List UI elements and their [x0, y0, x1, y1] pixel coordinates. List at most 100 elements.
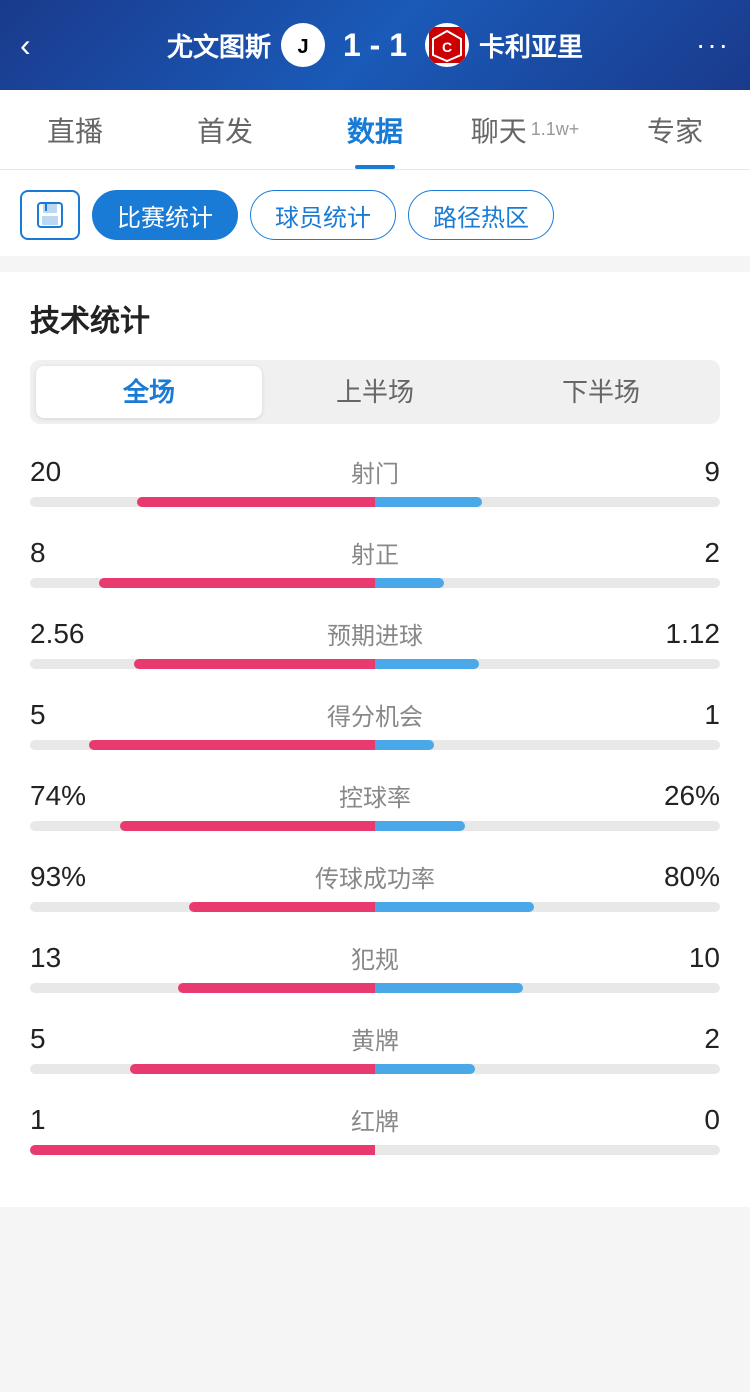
nav-tabs: 直播 首发 数据 聊天1.1w+ 专家	[0, 90, 750, 170]
stat-label: 犯规	[150, 940, 600, 975]
bar-right	[375, 659, 479, 669]
back-button[interactable]: ‹	[20, 27, 70, 64]
bar-right	[375, 821, 465, 831]
stat-right-value: 2	[600, 537, 720, 569]
sub-tab-player-stats[interactable]: 球员统计	[250, 190, 396, 240]
stat-bar	[30, 497, 720, 507]
bar-left	[99, 578, 375, 588]
away-team-logo: C	[425, 23, 469, 67]
bar-left	[30, 1145, 375, 1155]
stat-left-value: 5	[30, 1023, 150, 1055]
stat-left-value: 13	[30, 942, 150, 974]
bar-left	[178, 983, 375, 993]
stat-left-value: 2.56	[30, 618, 150, 650]
away-team-name: 卡利亚里	[479, 27, 583, 64]
match-score: 1 - 1	[343, 27, 407, 64]
bar-left	[134, 659, 376, 669]
bar-right	[375, 740, 434, 750]
stat-bar	[30, 659, 720, 669]
stats-section: 技术统计 全场 上半场 下半场 20 射门 9 8 射正 2	[0, 272, 750, 1207]
stat-rows-container: 20 射门 9 8 射正 2 2.56 预期进球 1.12 5	[30, 454, 720, 1155]
tab-lineup[interactable]: 首发	[150, 90, 300, 169]
stat-row: 5 黄牌 2	[30, 1021, 720, 1074]
stat-values: 1 红牌 0	[30, 1102, 720, 1137]
stat-right-value: 1.12	[600, 618, 720, 650]
stat-right-value: 9	[600, 456, 720, 488]
sub-tab-match-stats[interactable]: 比赛统计	[92, 190, 238, 240]
stat-values: 5 得分机会 1	[30, 697, 720, 732]
stat-right-value: 2	[600, 1023, 720, 1055]
tab-expert[interactable]: 专家	[600, 90, 750, 169]
stat-left-value: 5	[30, 699, 150, 731]
stat-values: 5 黄牌 2	[30, 1021, 720, 1056]
svg-text:J: J	[297, 36, 308, 58]
stat-values: 93% 传球成功率 80%	[30, 859, 720, 894]
stat-row: 2.56 预期进球 1.12	[30, 616, 720, 669]
bar-left	[130, 1064, 375, 1074]
stat-values: 20 射门 9	[30, 454, 720, 489]
bar-left	[137, 497, 375, 507]
bar-right	[375, 578, 444, 588]
stat-bar	[30, 902, 720, 912]
more-button[interactable]: ···	[680, 29, 730, 61]
stat-label: 黄牌	[150, 1021, 600, 1056]
stat-right-value: 26%	[600, 780, 720, 812]
bar-left	[120, 821, 375, 831]
stat-bar	[30, 1145, 720, 1155]
stat-bar	[30, 578, 720, 588]
stat-row: 93% 传球成功率 80%	[30, 859, 720, 912]
bar-right	[375, 902, 534, 912]
stat-left-value: 93%	[30, 861, 150, 893]
stat-left-value: 20	[30, 456, 150, 488]
stat-row: 5 得分机会 1	[30, 697, 720, 750]
home-team-name: 尤文图斯	[167, 27, 271, 64]
period-tabs: 全场 上半场 下半场	[30, 360, 720, 424]
stat-row: 1 红牌 0	[30, 1102, 720, 1155]
tab-data[interactable]: 数据	[300, 90, 450, 169]
stat-values: 13 犯规 10	[30, 940, 720, 975]
stat-bar	[30, 821, 720, 831]
sub-tab-heatmap[interactable]: 路径热区	[408, 190, 554, 240]
stat-row: 13 犯规 10	[30, 940, 720, 993]
stat-label: 红牌	[150, 1102, 600, 1137]
home-team-logo: J	[281, 23, 325, 67]
stats-title: 技术统计	[30, 296, 720, 340]
stat-values: 74% 控球率 26%	[30, 778, 720, 813]
chat-badge: 1.1w+	[531, 119, 580, 140]
stat-label: 预期进球	[150, 616, 600, 651]
tab-live[interactable]: 直播	[0, 90, 150, 169]
period-tab-second-half[interactable]: 下半场	[488, 366, 714, 418]
stat-label: 传球成功率	[150, 859, 600, 894]
bar-right	[375, 497, 482, 507]
stat-row: 20 射门 9	[30, 454, 720, 507]
stat-left-value: 8	[30, 537, 150, 569]
stat-left-value: 74%	[30, 780, 150, 812]
stat-label: 射正	[150, 535, 600, 570]
bar-right	[375, 1064, 475, 1074]
stat-label: 控球率	[150, 778, 600, 813]
stat-right-value: 10	[600, 942, 720, 974]
stat-label: 射门	[150, 454, 600, 489]
stat-right-value: 80%	[600, 861, 720, 893]
stat-left-value: 1	[30, 1104, 150, 1136]
stat-bar	[30, 740, 720, 750]
stat-bar	[30, 1064, 720, 1074]
stat-right-value: 0	[600, 1104, 720, 1136]
stat-right-value: 1	[600, 699, 720, 731]
tab-chat[interactable]: 聊天1.1w+	[450, 90, 600, 169]
stat-row: 8 射正 2	[30, 535, 720, 588]
svg-text:C: C	[442, 39, 452, 55]
stat-bar	[30, 983, 720, 993]
bar-left	[189, 902, 375, 912]
bar-right	[375, 983, 523, 993]
period-tab-first-half[interactable]: 上半场	[262, 366, 488, 418]
save-button[interactable]	[20, 190, 80, 240]
stat-row: 74% 控球率 26%	[30, 778, 720, 831]
header: ‹ 尤文图斯 J 1 - 1 C 卡利亚里 ···	[0, 0, 750, 90]
bar-left	[89, 740, 375, 750]
period-tab-full[interactable]: 全场	[36, 366, 262, 418]
sub-tabs-container: 比赛统计 球员统计 路径热区	[0, 170, 750, 256]
stat-label: 得分机会	[150, 697, 600, 732]
stat-values: 8 射正 2	[30, 535, 720, 570]
match-title: 尤文图斯 J 1 - 1 C 卡利亚里	[70, 23, 680, 67]
